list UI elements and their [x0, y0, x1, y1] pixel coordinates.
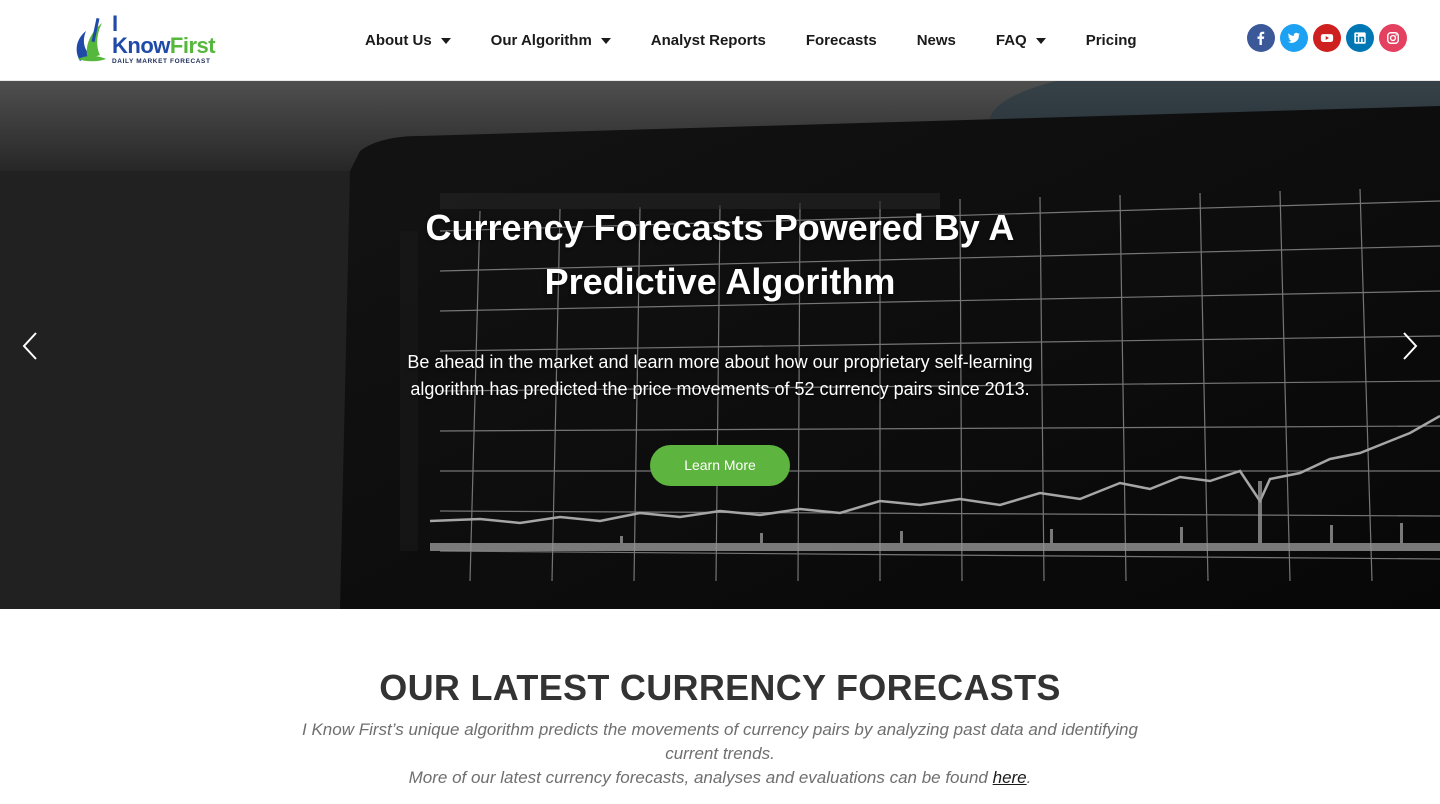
youtube-icon[interactable]	[1313, 24, 1341, 52]
section-description: I Know First’s unique algorithm predicts…	[302, 720, 1138, 787]
nav-item-pricing[interactable]: Pricing	[1086, 32, 1137, 49]
caret-down-icon	[1035, 37, 1046, 44]
nav-item-forecasts[interactable]: Forecasts	[806, 32, 877, 49]
main-nav: About Us Our Algorithm Analyst Reports F…	[365, 0, 1177, 81]
slider-prev-button[interactable]	[20, 331, 42, 361]
linkedin-icon[interactable]	[1346, 24, 1374, 52]
instagram-icon[interactable]	[1379, 24, 1407, 52]
slider-next-button[interactable]	[1398, 331, 1420, 361]
social-links	[1242, 24, 1407, 52]
hero-slider: Currency Forecasts Powered By A Predicti…	[0, 81, 1440, 609]
logo-tagline: Daily Market Forecast	[112, 57, 211, 65]
facebook-icon[interactable]	[1247, 24, 1275, 52]
nav-item-about-us[interactable]: About Us	[365, 32, 451, 49]
hero-description: Be ahead in the market and learn more ab…	[407, 352, 1033, 399]
hero-title: Currency Forecasts Powered By A Predicti…	[425, 207, 1015, 302]
site-logo[interactable]: I KnowFirst Daily Market Forecast	[72, 10, 222, 65]
section-title: OUR LATEST CURRENCY FORECASTS	[379, 667, 1061, 708]
caret-down-icon	[600, 37, 611, 44]
nav-item-analyst-reports[interactable]: Analyst Reports	[651, 32, 766, 49]
here-link[interactable]: here	[993, 768, 1027, 787]
site-header: I KnowFirst Daily Market Forecast About …	[0, 0, 1440, 81]
logo-wordmark: I KnowFirst	[112, 10, 216, 58]
chevron-left-icon	[22, 332, 37, 360]
nav-item-our-algorithm[interactable]: Our Algorithm	[491, 32, 611, 49]
caret-down-icon	[440, 37, 451, 44]
chevron-right-icon	[1403, 332, 1418, 360]
latest-forecasts-section: OUR LATEST CURRENCY FORECASTS I Know Fir…	[0, 609, 1440, 804]
nav-item-faq[interactable]: FAQ	[996, 32, 1046, 49]
learn-more-button[interactable]: Learn More	[650, 445, 790, 486]
nav-item-news[interactable]: News	[917, 32, 956, 49]
hero-content: Currency Forecasts Powered By A Predicti…	[360, 201, 1080, 486]
logo-mark-icon	[72, 15, 110, 63]
twitter-icon[interactable]	[1280, 24, 1308, 52]
